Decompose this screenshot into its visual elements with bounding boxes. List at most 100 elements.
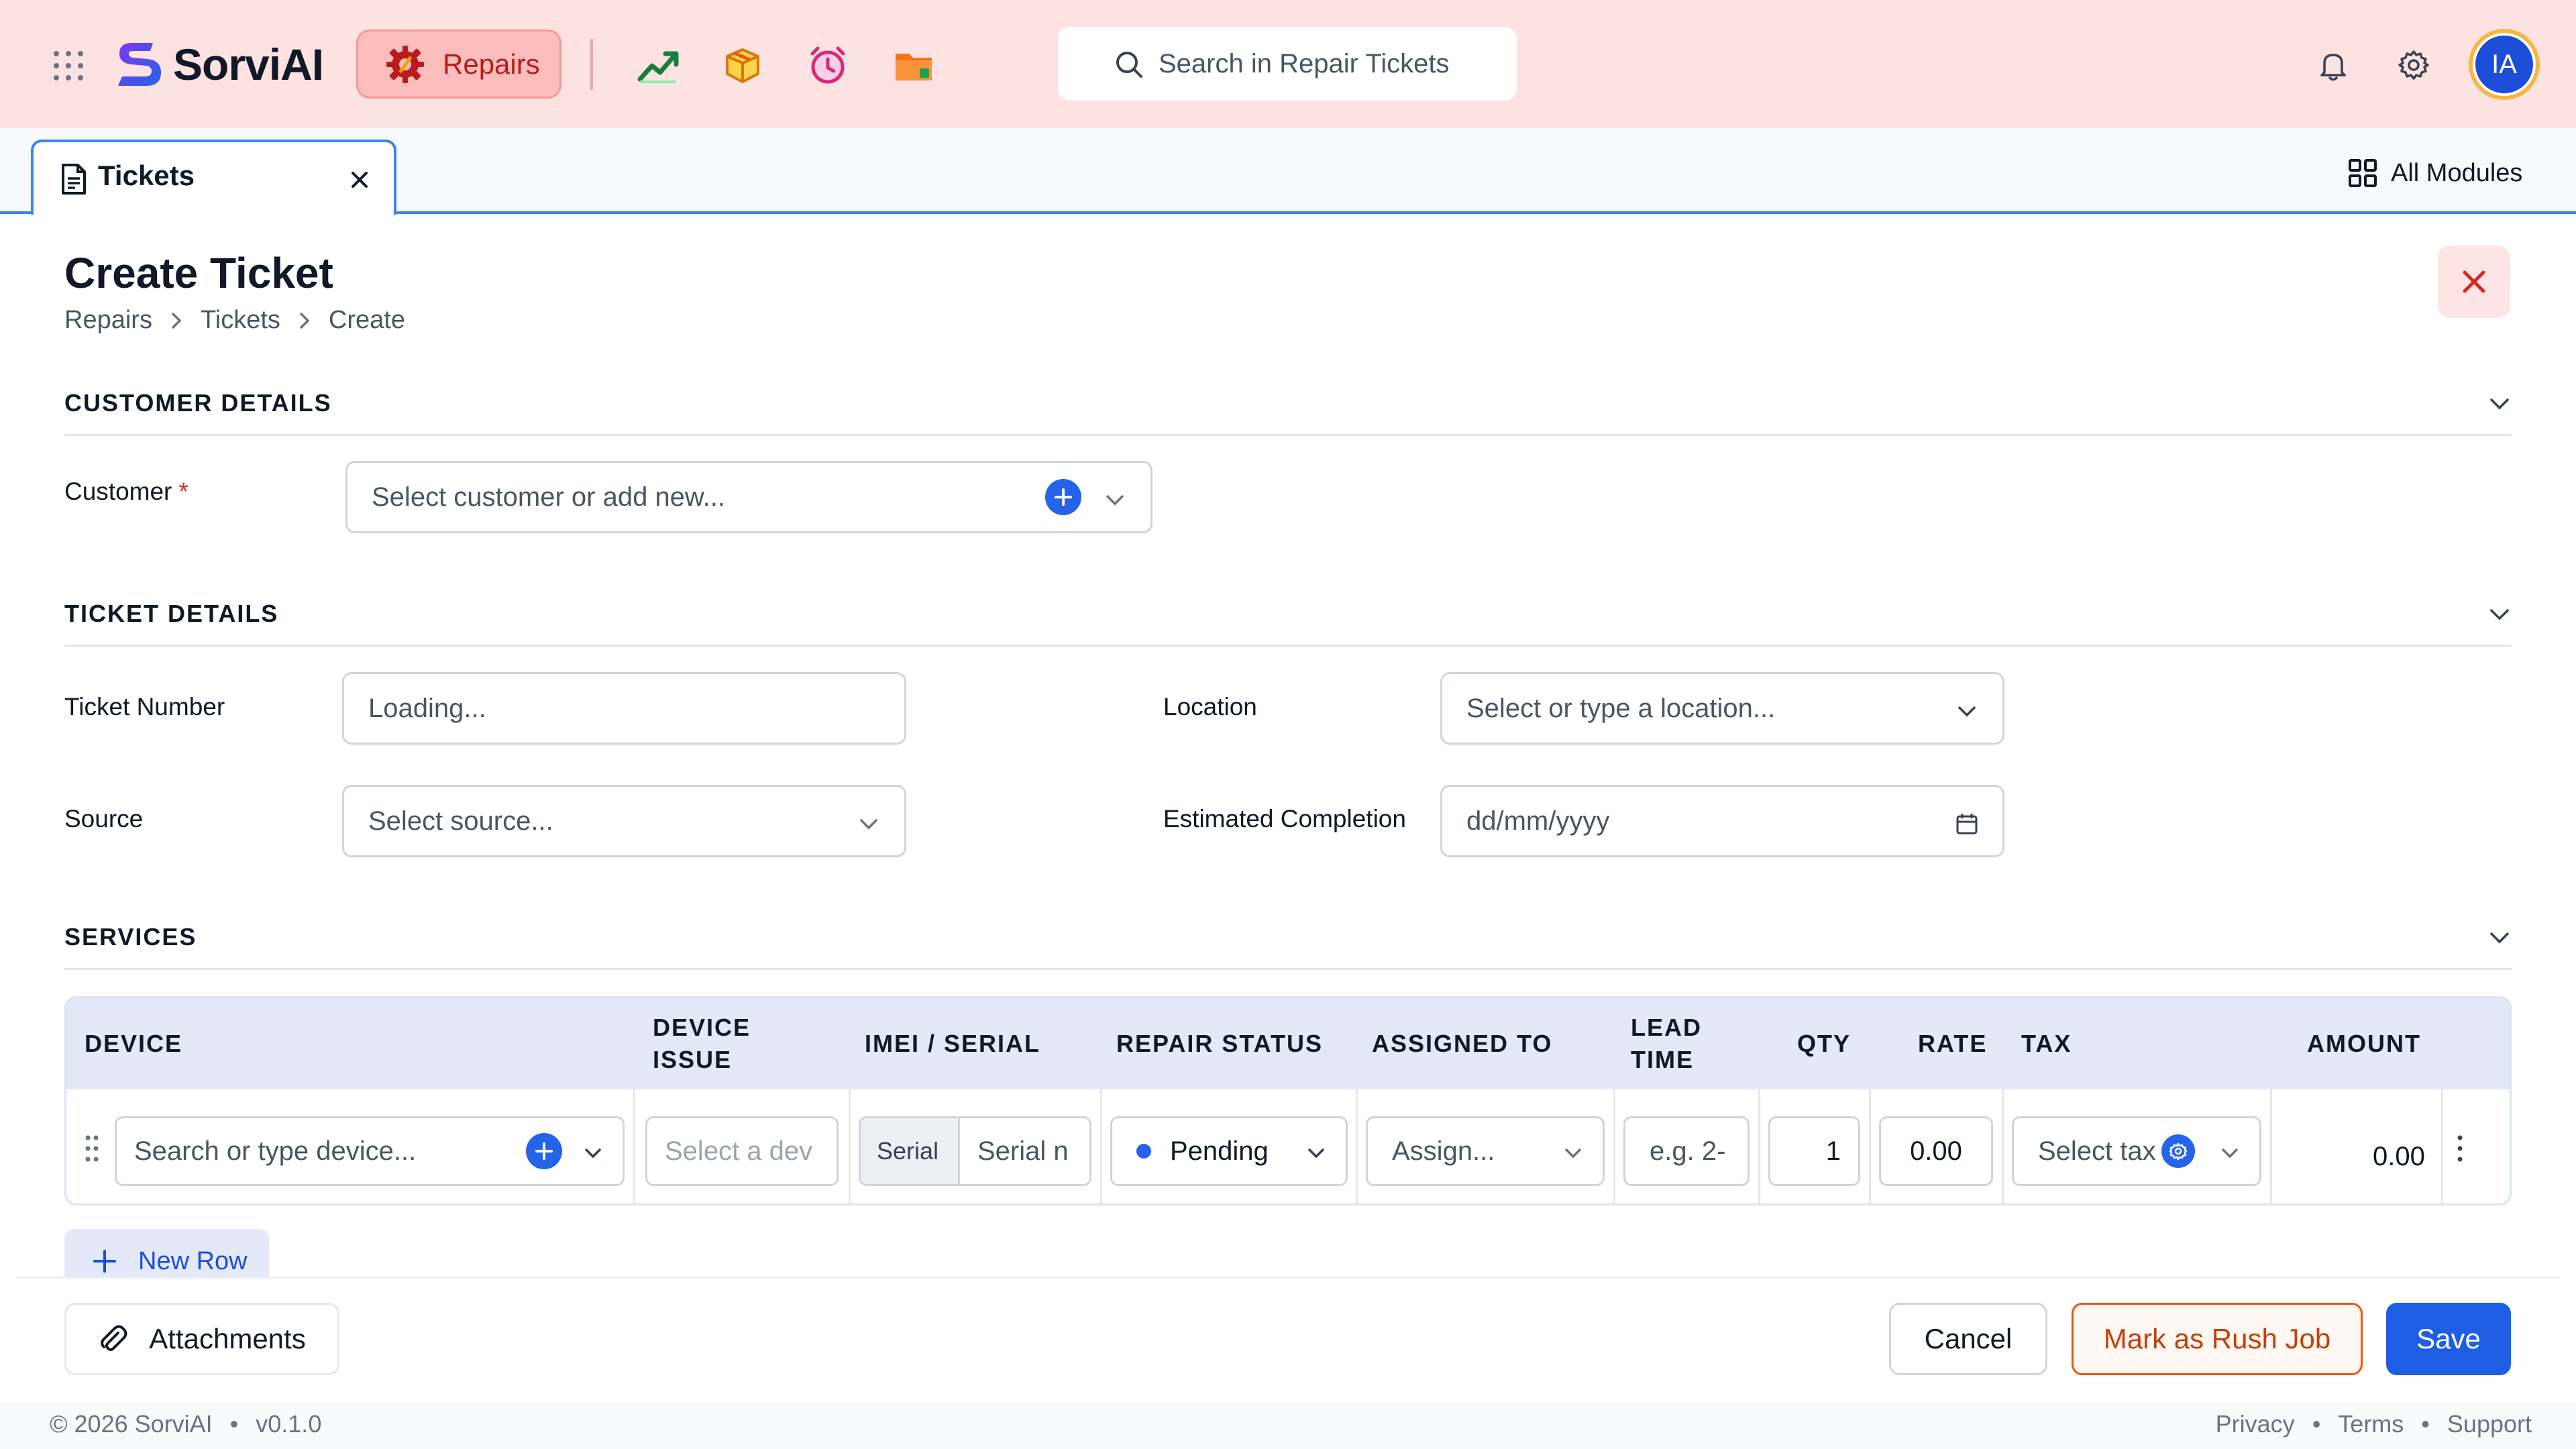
attachments-button[interactable]: Attachments	[64, 1303, 339, 1375]
brand-name: SorviAI	[173, 40, 324, 89]
plus-icon	[535, 1142, 553, 1160]
chevron-down-icon	[1958, 706, 1976, 717]
breadcrumb-tickets[interactable]: Tickets	[201, 306, 280, 335]
ticket-number-label: Ticket Number	[64, 693, 225, 720]
footer-meta: © 2026 SorviAI • v0.1.0	[50, 1410, 321, 1438]
grid-four-icon	[2349, 159, 2377, 187]
gear-icon	[2169, 1142, 2188, 1161]
amount-value: 0.00	[2373, 1142, 2425, 1171]
estimated-completion-date-input[interactable]: dd/mm/yyyy	[1440, 785, 2004, 857]
chevron-down-icon[interactable]	[2487, 926, 2512, 950]
serial-placeholder: Serial n	[977, 1136, 1069, 1166]
tax-settings-button[interactable]	[2161, 1134, 2195, 1168]
app-launcher-icon[interactable]	[52, 50, 85, 82]
user-avatar[interactable]: IA	[2469, 29, 2540, 100]
repair-status-select[interactable]: Pending	[1110, 1116, 1348, 1186]
copyright: © 2026 SorviAI	[50, 1410, 213, 1438]
top-header: SorviAI Repairs Search in Repair Tickets…	[0, 0, 2576, 128]
folder-icon[interactable]	[892, 43, 936, 87]
tax-placeholder: Select tax	[2038, 1136, 2156, 1166]
cancel-button[interactable]: Cancel	[1889, 1303, 2047, 1375]
global-search-input[interactable]: Search in Repair Tickets	[1058, 27, 1517, 101]
location-select[interactable]: Select or type a location...	[1440, 672, 2004, 745]
qty-value: 1	[1825, 1136, 1841, 1166]
settings-gear-icon[interactable]	[2397, 48, 2430, 82]
customer-placeholder: Select customer or add new...	[372, 482, 725, 512]
save-button[interactable]: Save	[2386, 1303, 2511, 1375]
col-device: DEVICE	[85, 1030, 183, 1057]
footer-separator: •	[229, 1410, 239, 1438]
chevron-down-icon	[1308, 1148, 1324, 1159]
privacy-link[interactable]: Privacy	[2216, 1410, 2295, 1438]
section-customer-details[interactable]: CUSTOMER DETAILS	[64, 382, 2512, 436]
source-select[interactable]: Select source...	[342, 785, 906, 857]
rate-input[interactable]: 0.00	[1879, 1116, 1993, 1186]
active-module-repairs[interactable]: Repairs	[356, 30, 561, 99]
qty-input[interactable]: 1	[1768, 1116, 1860, 1186]
col-device-issue: DEVICE ISSUE	[653, 1012, 751, 1076]
support-link[interactable]: Support	[2447, 1410, 2532, 1438]
section-title: TICKET DETAILS	[64, 600, 279, 627]
breadcrumb-repairs[interactable]: Repairs	[64, 306, 152, 335]
chevron-down-icon	[2222, 1148, 2238, 1159]
row-actions-icon[interactable]	[2455, 1134, 2465, 1163]
serial-number-input[interactable]: Serial n	[958, 1116, 1091, 1186]
all-modules-button[interactable]: All Modules	[2348, 153, 2522, 193]
serial-tag-label: Serial	[877, 1137, 939, 1165]
customer-select[interactable]: Select customer or add new...	[345, 461, 1152, 533]
package-box-icon[interactable]	[720, 43, 765, 87]
brand-logo[interactable]: SorviAI	[111, 35, 324, 94]
close-icon	[2463, 270, 2485, 293]
col-qty: QTY	[1797, 1030, 1851, 1057]
chevron-down-icon[interactable]	[2487, 392, 2512, 416]
chevron-down-icon[interactable]	[2487, 602, 2512, 627]
bell-icon[interactable]	[2316, 48, 2350, 82]
drag-handle-icon[interactable]	[84, 1134, 100, 1163]
col-tax: TAX	[2021, 1030, 2072, 1057]
all-modules-label: All Modules	[2391, 158, 2523, 187]
assigned-to-select[interactable]: Assign...	[1366, 1116, 1605, 1186]
section-ticket-details[interactable]: TICKET DETAILS	[64, 593, 2512, 647]
location-label: Location	[1163, 693, 1257, 720]
ticket-number-input[interactable]: Loading...	[342, 672, 906, 745]
required-mark: *	[178, 478, 189, 505]
date-placeholder: dd/mm/yyyy	[1466, 806, 1610, 836]
lead-time-input[interactable]: e.g. 2-	[1623, 1116, 1750, 1186]
tab-tickets[interactable]: Tickets	[31, 140, 396, 215]
estimated-completion-label: Estimated Completion	[1163, 805, 1406, 833]
col-lead-time: LEAD TIME	[1631, 1012, 1702, 1076]
table-header: DEVICE DEVICE ISSUE IMEI / SERIAL REPAIR…	[66, 998, 2510, 1089]
col-assigned-to: ASSIGNED TO	[1372, 1030, 1553, 1057]
table-row: Search or type device... Select a dev Se…	[66, 1089, 2510, 1203]
terms-link[interactable]: Terms	[2338, 1410, 2404, 1438]
header-divider	[590, 39, 593, 90]
chevron-down-icon	[1106, 495, 1124, 506]
device-issue-select[interactable]: Select a dev	[645, 1116, 839, 1186]
mark-rush-job-button[interactable]: Mark as Rush Job	[2072, 1303, 2363, 1375]
tax-select[interactable]: Select tax	[2012, 1116, 2261, 1186]
calendar-icon[interactable]	[1955, 812, 1978, 835]
breadcrumb-create: Create	[328, 306, 405, 334]
close-page-button[interactable]	[2438, 246, 2510, 318]
chevron-down-icon	[585, 1148, 601, 1159]
breadcrumb: Repairs Tickets Create	[64, 306, 405, 335]
device-issue-placeholder: Select a dev	[665, 1136, 813, 1166]
device-select[interactable]: Search or type device...	[115, 1116, 625, 1186]
source-placeholder: Select source...	[368, 806, 553, 836]
trending-chart-icon[interactable]	[636, 43, 680, 87]
section-services[interactable]: SERVICES	[64, 916, 2512, 970]
col-imei-serial: IMEI / SERIAL	[865, 1030, 1041, 1057]
page-footer: © 2026 SorviAI • v0.1.0 Privacy • Terms …	[0, 1401, 2576, 1449]
ticket-number-value: Loading...	[368, 693, 486, 723]
col-device-issue-line2: ISSUE	[653, 1046, 733, 1073]
customer-label: Customer *	[64, 478, 189, 506]
add-customer-button[interactable]	[1045, 479, 1081, 515]
alarm-clock-icon[interactable]	[806, 43, 850, 87]
serial-type-tag[interactable]: Serial	[859, 1116, 966, 1186]
add-device-button[interactable]	[526, 1133, 562, 1169]
close-tab-icon[interactable]	[349, 169, 370, 191]
device-placeholder: Search or type device...	[134, 1136, 417, 1166]
customer-label-text: Customer	[64, 478, 172, 505]
plus-icon	[93, 1250, 116, 1273]
attachments-label: Attachments	[149, 1323, 306, 1354]
